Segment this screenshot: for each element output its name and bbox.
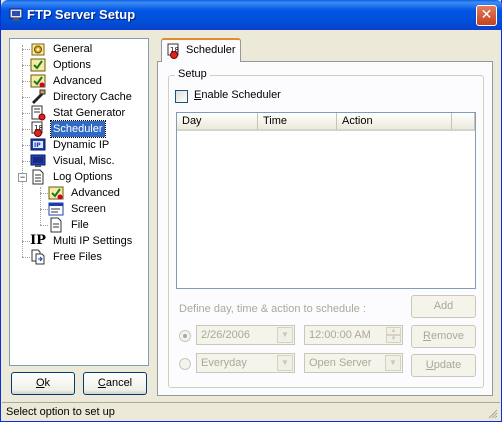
ok-button[interactable]: Ok xyxy=(11,372,75,395)
time-value: 12:00:00 AM xyxy=(309,329,371,341)
date-picker[interactable]: 2/26/2006 ▼ xyxy=(196,325,295,345)
stat-generator-icon xyxy=(31,105,46,121)
free-files-icon xyxy=(31,249,45,265)
options-icon xyxy=(30,58,46,72)
ok-accelerator: O xyxy=(35,377,45,389)
close-button[interactable]: ✕ xyxy=(476,5,497,26)
repeat-value: Everyday xyxy=(201,357,247,369)
tree-item-label: Options xyxy=(53,59,91,71)
tree-connector xyxy=(22,65,30,66)
add-button[interactable]: Add xyxy=(411,295,476,318)
log-options-icon xyxy=(32,169,44,185)
chevron-down-icon[interactable]: ▼ xyxy=(277,355,293,371)
window-title: FTP Server Setup xyxy=(27,7,136,22)
spin-up-icon[interactable]: ▲ xyxy=(386,327,401,335)
tree-connector xyxy=(22,257,30,258)
tree-connector xyxy=(22,49,30,50)
tree-item-label: Screen xyxy=(71,203,106,215)
tree-connector xyxy=(22,113,30,114)
tree-item-label: Advanced xyxy=(53,75,102,87)
update-accelerator: U xyxy=(425,359,434,371)
tree-item-label: Log Options xyxy=(53,171,113,183)
advanced-icon xyxy=(48,186,64,200)
radio-selected-dot xyxy=(183,334,187,338)
schedule-list[interactable]: Day Time Action xyxy=(176,112,476,289)
tree-item-label: Directory Cache xyxy=(53,91,132,103)
directory-cache-icon xyxy=(32,89,46,104)
tree-item-label: Free Files xyxy=(53,251,102,263)
date-radio[interactable] xyxy=(179,330,191,342)
tree-item-label: File xyxy=(71,219,89,231)
app-icon xyxy=(9,8,23,21)
settings-tree[interactable]: General Options Advanced Directory Cache… xyxy=(9,38,149,366)
tree-item-label: Visual, Misc. xyxy=(53,155,115,167)
scheduler-icon: 18 xyxy=(31,121,43,137)
tab-scheduler[interactable]: 18 Scheduler xyxy=(161,38,241,62)
tree-connector xyxy=(22,161,30,162)
cancel-label-rest: ancel xyxy=(105,377,133,389)
column-header-action[interactable]: Action xyxy=(337,113,452,131)
tree-item-label: Dynamic IP xyxy=(53,139,110,151)
column-header-time[interactable]: Time xyxy=(258,113,337,131)
schedule-hint: Define day, time & action to schedule : xyxy=(179,303,366,315)
tree-connector xyxy=(40,193,48,194)
update-label-rest: pdate xyxy=(433,359,462,371)
enable-scheduler-label[interactable]: Enable Scheduler xyxy=(194,89,281,101)
action-value: Open Server xyxy=(309,357,372,369)
file-icon xyxy=(50,217,62,233)
chevron-down-icon[interactable]: ▼ xyxy=(385,355,401,371)
dynamic-ip-icon: IP xyxy=(30,138,46,151)
multi-ip-icon: IP xyxy=(30,233,46,248)
date-value: 2/26/2006 xyxy=(201,329,250,341)
collapse-toggle[interactable]: − xyxy=(18,173,27,182)
cancel-button[interactable]: Cancel xyxy=(83,372,147,395)
tree-item-label: Scheduler xyxy=(50,120,106,138)
tree-connector xyxy=(22,241,30,242)
add-label: Add xyxy=(433,300,454,312)
ok-label-rest: k xyxy=(44,377,51,389)
enable-label-rest: nable Scheduler xyxy=(201,89,281,101)
scheduler-icon: 18 xyxy=(167,43,179,59)
tree-connector xyxy=(40,209,48,210)
tree-item-label: General xyxy=(53,43,93,55)
remove-label-rest: emove xyxy=(430,330,464,342)
tree-connector xyxy=(22,145,30,146)
update-button[interactable]: Update xyxy=(411,354,476,377)
tree-connector xyxy=(40,225,48,226)
tree-item-label: Multi IP Settings xyxy=(53,235,133,247)
tree-connector xyxy=(22,45,23,257)
ftp-server-setup-window: FTP Server Setup ✕ General Options Advan… xyxy=(0,0,502,422)
tree-connector xyxy=(22,129,30,130)
cancel-accelerator: C xyxy=(97,377,106,389)
close-icon: ✕ xyxy=(480,7,493,23)
screen-icon xyxy=(48,202,64,216)
repeat-select[interactable]: Everyday ▼ xyxy=(196,353,295,373)
tree-item-label: Stat Generator xyxy=(53,107,126,119)
general-icon xyxy=(31,43,45,56)
time-spinner[interactable]: ▲ ▼ xyxy=(386,327,401,343)
repeat-radio[interactable] xyxy=(179,358,191,370)
tree-connector xyxy=(22,81,30,82)
title-bar[interactable]: FTP Server Setup ✕ xyxy=(1,0,502,30)
remove-button[interactable]: Remove xyxy=(411,325,476,348)
tree-item-label: Advanced xyxy=(71,187,120,199)
status-bar: Select option to set up xyxy=(2,402,500,421)
monitor-icon xyxy=(30,154,46,167)
column-header-day[interactable]: Day xyxy=(177,113,258,131)
column-header-filler xyxy=(452,113,475,131)
setup-group-title: Setup xyxy=(175,68,210,80)
tree-connector xyxy=(22,97,30,98)
advanced-icon xyxy=(30,74,46,88)
spin-down-icon[interactable]: ▼ xyxy=(386,335,401,343)
remove-accelerator: R xyxy=(423,330,431,342)
chevron-down-icon[interactable]: ▼ xyxy=(277,327,293,343)
time-field[interactable]: 12:00:00 AM ▲ ▼ xyxy=(304,325,403,345)
tab-label: Scheduler xyxy=(186,44,236,56)
enable-scheduler-checkbox[interactable] xyxy=(175,90,188,103)
resize-grip-icon[interactable] xyxy=(486,407,498,419)
action-select[interactable]: Open Server ▼ xyxy=(304,353,403,373)
svg-text:IP: IP xyxy=(34,142,41,149)
status-text: Select option to set up xyxy=(6,406,115,418)
